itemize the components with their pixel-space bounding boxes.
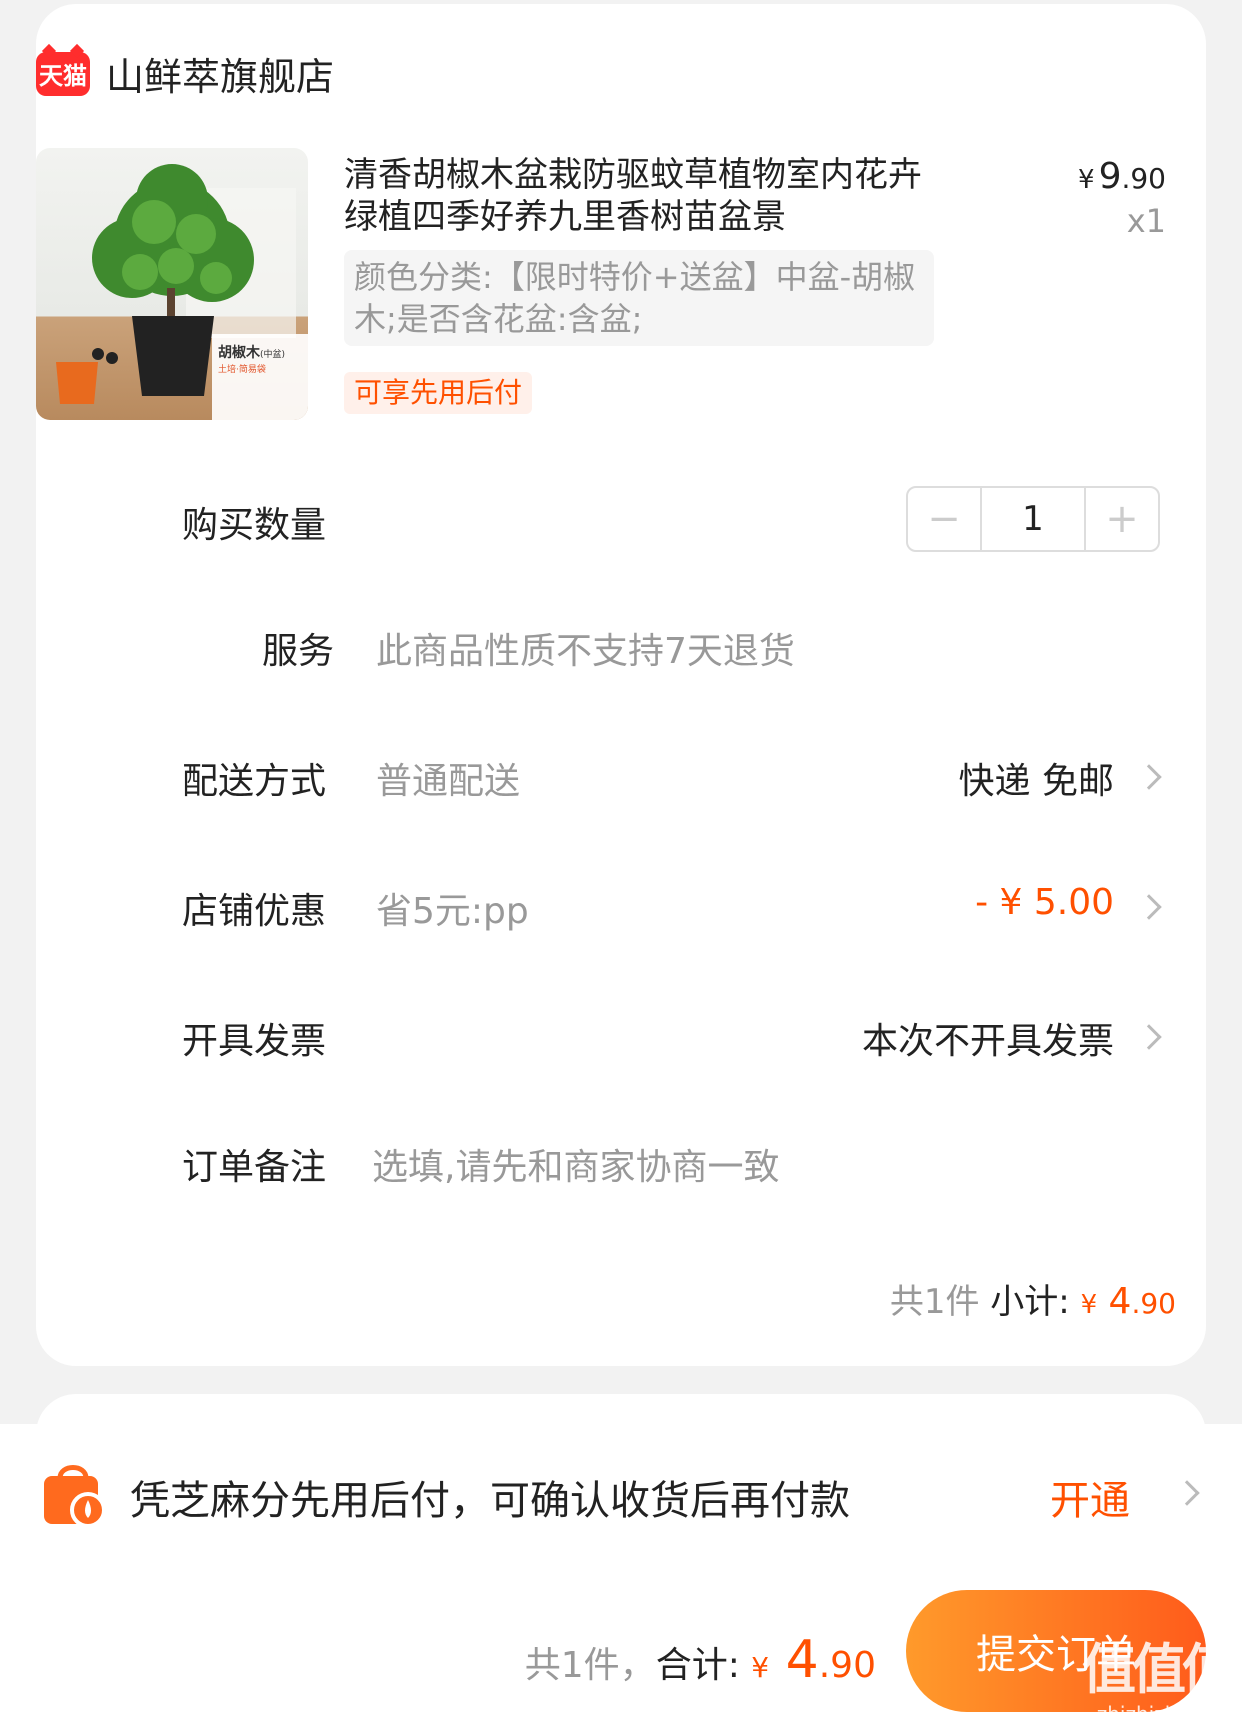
increment-button[interactable]: + [1086, 488, 1158, 550]
product-thumbnail[interactable]: 胡椒木(中盆) 土培·简易袋 [36, 148, 308, 420]
pay-later-text: 凭芝麻分先用后付，可确认收货后再付款 [130, 1478, 850, 1524]
service-value: 此商品性质不支持7天退货 [376, 631, 795, 672]
quantity-stepper[interactable]: − 1 + [906, 486, 1160, 552]
delivery-label: 配送方式 [182, 761, 327, 802]
subtotal-currency: ¥ [1080, 1290, 1098, 1320]
order-total: 共1件，合计: ¥ 4.90 [525, 1630, 876, 1690]
watermark: 值值值 [1082, 1638, 1236, 1701]
subtotal: 共1件 小计: ¥ 4.90 [890, 1274, 1176, 1323]
product-title[interactable]: 清香胡椒木盆栽防驱蚊草植物室内花卉绿植四季好养九里香树苗盆景 [344, 154, 934, 238]
service-label: 服务 [262, 631, 335, 672]
image-label-size: (中盆) [260, 350, 286, 360]
plant-illustration [56, 164, 308, 420]
pay-later-badge: 可享先用后付 [344, 372, 533, 414]
total-dec: .90 [818, 1645, 876, 1686]
delivery-option[interactable]: 快递 免邮 [959, 752, 1114, 804]
subtotal-dec: .90 [1131, 1287, 1176, 1320]
product-price: ¥9.90 [1078, 156, 1166, 197]
subtotal-count: 共1件 [889, 1282, 980, 1322]
watermark-url: zhizhizhi.com [1096, 1702, 1232, 1726]
product-quantity: x1 [1126, 202, 1166, 240]
decrement-button[interactable]: − [908, 488, 980, 550]
bottom-bar: 凭芝麻分先用后付，可确认收货后再付款 开通 共1件，合计: ¥ 4.90 提交订… [0, 1424, 1242, 1730]
discount-label: 店铺优惠 [182, 891, 327, 932]
image-sub: 土培·简易袋 [218, 365, 266, 375]
image-label-text: 胡椒木 [218, 345, 260, 361]
total-count: 共1件， [524, 1645, 656, 1686]
shop-header[interactable]: 天猫 山鲜萃旗舰店 [36, 46, 334, 101]
image-label: 胡椒木(中盆) [218, 342, 285, 362]
pay-later-open-link[interactable]: 开通 [1050, 1468, 1130, 1526]
shopping-bag-icon [44, 1465, 106, 1528]
note-label: 订单备注 [182, 1147, 327, 1188]
discount-amount[interactable]: - ¥ 5.00 [975, 882, 1114, 923]
total-label: 合计: [655, 1645, 740, 1686]
price-currency: ¥ [1078, 165, 1095, 195]
delivery-value: 普通配送 [376, 761, 521, 802]
note-input[interactable]: 选填,请先和商家协商一致 [372, 1138, 779, 1190]
invoice-label: 开具发票 [182, 1021, 327, 1062]
quantity-value[interactable]: 1 [980, 488, 1086, 550]
tmall-logo-icon: 天猫 [36, 51, 90, 96]
pay-later-chevron-icon[interactable] [1174, 1480, 1200, 1506]
quantity-label: 购买数量 [182, 505, 327, 546]
subtotal-int: 4 [1097, 1281, 1132, 1322]
total-currency: ¥ [751, 1651, 770, 1684]
discount-value: 省5元:pp [376, 891, 529, 932]
price-dec: .90 [1121, 162, 1166, 195]
invoice-option[interactable]: 本次不开具发票 [862, 1012, 1114, 1064]
subtotal-label: 小计: [990, 1282, 1070, 1322]
sku-info: 颜色分类:【限时特价+送盆】中盆-胡椒木;是否含花盆:含盆; [344, 250, 934, 346]
shop-name[interactable]: 山鲜萃旗舰店 [106, 46, 334, 101]
total-int: 4 [769, 1630, 819, 1690]
price-int: 9 [1098, 156, 1122, 197]
